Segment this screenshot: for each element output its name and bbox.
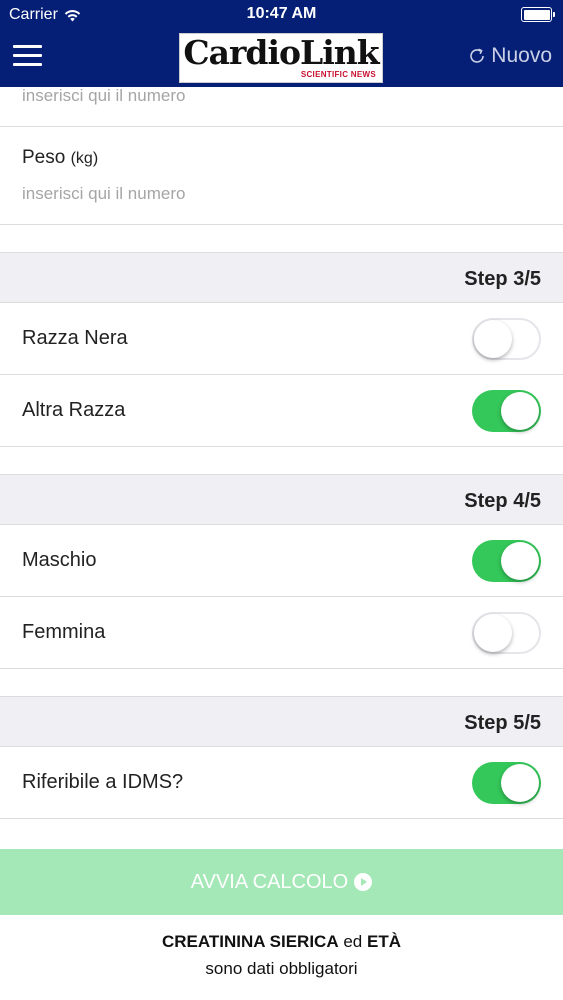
required-fields-line1: CREATININA SIERICA ed ETÀ: [0, 928, 563, 955]
status-time: 10:47 AM: [246, 5, 317, 22]
required-fields-line2: sono dati obbligatori: [205, 959, 358, 978]
cardiolink-logo: CardioLink SCIENTIFIC NEWS: [179, 33, 383, 83]
weight-input-placeholder: inserisci qui il numero: [22, 184, 186, 203]
maschio-switch[interactable]: [472, 540, 541, 582]
required-field-creatinina: CREATININA SIERICA: [161, 932, 339, 951]
logo-subtitle: SCIENTIFIC NEWS: [300, 70, 376, 79]
idms-switch[interactable]: [472, 762, 541, 804]
hamburger-icon: [13, 45, 42, 48]
refresh-icon: [470, 48, 485, 63]
required-field-eta: ETÀ: [367, 932, 401, 951]
weight-unit: (kg): [70, 150, 99, 167]
razza-nera-switch[interactable]: [472, 318, 541, 360]
step-header-3: Step 3/5: [0, 253, 563, 303]
toggle-row-femmina: Femmina: [0, 597, 563, 669]
altra-razza-switch[interactable]: [472, 390, 541, 432]
partial-field-placeholder: inserisci qui il numero: [22, 86, 186, 105]
weight-field[interactable]: Peso (kg) inserisci qui il numero: [0, 127, 563, 225]
play-circle-icon: [354, 873, 373, 891]
razza-nera-label: Razza Nera: [22, 327, 128, 349]
toggle-row-altra-razza: Altra Razza: [0, 375, 563, 447]
maschio-label: Maschio: [22, 549, 97, 571]
toggle-row-razza-nera: Razza Nera: [0, 303, 563, 375]
required-fields-note: CREATININA SIERICA ed ETÀ sono dati obbl…: [0, 928, 563, 982]
weight-label-text: Peso: [22, 147, 66, 168]
partial-number-field[interactable]: inserisci qui il numero: [0, 86, 563, 127]
status-bar: Carrier 10:47 AM: [0, 0, 563, 30]
femmina-label: Femmina: [22, 621, 106, 643]
step-4-label: Step 4/5: [464, 490, 541, 512]
hamburger-menu-button[interactable]: [13, 45, 42, 67]
new-button[interactable]: Nuovo: [468, 44, 552, 68]
idms-label: Riferibile a IDMS?: [22, 771, 184, 793]
avvia-calcolo-label: AVVIA CALCOLO: [190, 870, 349, 893]
toggle-row-maschio: Maschio: [0, 525, 563, 597]
avvia-calcolo-button[interactable]: AVVIA CALCOLO: [0, 849, 563, 915]
section-spacer: [0, 225, 563, 253]
section-spacer: [0, 447, 563, 475]
step-3-label: Step 3/5: [464, 268, 541, 290]
weight-label: Peso (kg): [22, 147, 98, 169]
step-header-4: Step 4/5: [0, 475, 563, 525]
required-connector: ed: [343, 932, 363, 951]
new-button-label: Nuovo: [491, 44, 552, 67]
logo-title: CardioLink: [183, 33, 379, 72]
altra-razza-label: Altra Razza: [22, 399, 126, 421]
nav-bar: CardioLink SCIENTIFIC NEWS Nuovo: [0, 30, 563, 87]
form-content: inserisci qui il numero Peso (kg) inseri…: [0, 86, 563, 819]
step-header-5: Step 5/5: [0, 697, 563, 747]
femmina-switch[interactable]: [472, 612, 541, 654]
step-5-label: Step 5/5: [464, 712, 541, 734]
battery-icon: [521, 7, 555, 22]
section-spacer: [0, 669, 563, 697]
toggle-row-idms: Riferibile a IDMS?: [0, 747, 563, 819]
